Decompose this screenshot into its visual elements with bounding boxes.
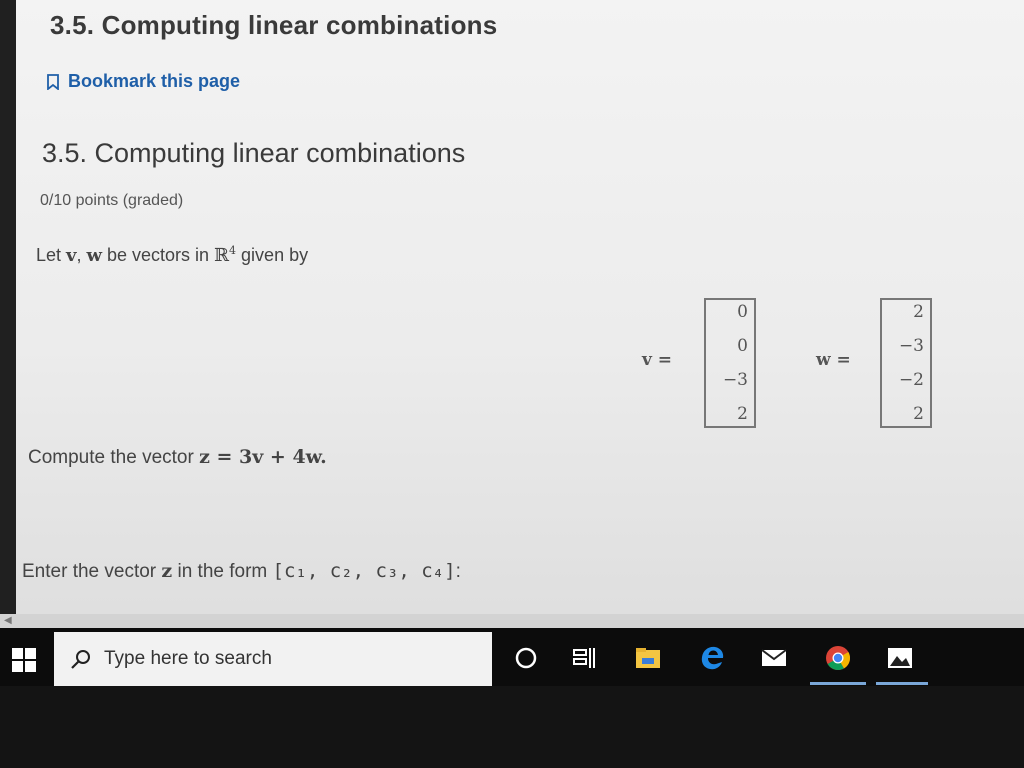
w-entry-3: −2 (898, 370, 924, 390)
enter-prefix: Enter the vector (22, 561, 162, 582)
vector-z-symbol: z (161, 560, 173, 582)
enter-suffix: : (455, 561, 461, 582)
answer-format: [c₁, c₂, c₃, c₄] (272, 560, 456, 582)
vector-w-label: w = (816, 350, 851, 370)
vector-w-matrix: 2 −3 −2 2 (880, 298, 932, 428)
scroll-left-icon[interactable]: ◀ (4, 615, 12, 626)
bookmark-label: Bookmark this page (68, 71, 241, 91)
w-entry-2: −3 (898, 336, 924, 356)
v-entry-1: 0 (737, 302, 748, 322)
taskbar-search-box[interactable] (54, 632, 492, 686)
cortana-icon[interactable] (510, 642, 542, 674)
intro-mid: be vectors in (102, 245, 215, 265)
search-icon (71, 650, 90, 669)
mail-icon[interactable] (758, 642, 790, 674)
w-entry-1: 2 (913, 302, 924, 322)
photos-icon[interactable] (884, 642, 916, 674)
edge-icon[interactable] (696, 642, 728, 674)
vector-w-symbol: w (86, 245, 103, 266)
intro-prefix: Let (36, 245, 67, 265)
intro-suffix: given by (236, 245, 309, 265)
browser-content: 3.5. Computing linear combinations Bookm… (0, 0, 1024, 628)
vector-v-matrix: 0 0 −3 2 (704, 298, 756, 428)
vector-v-symbol: v (66, 245, 77, 266)
v-entry-2: 0 (737, 336, 748, 356)
windows-taskbar (0, 628, 1024, 686)
screen-bezel (0, 0, 16, 628)
points-status: 0/10 points (graded) (40, 192, 184, 209)
page-title: 3.5. Computing linear combinations (50, 10, 498, 40)
compute-instruction: Compute the vector z = 3v + 4w. (28, 446, 327, 469)
windows-start-icon[interactable] (12, 648, 36, 672)
enter-mid: in the form (172, 561, 273, 582)
answer-instruction: Enter the vector z in the form [c₁, c₂, … (22, 560, 461, 583)
chrome-active-indicator (810, 682, 866, 685)
bookmark-icon (47, 73, 59, 90)
chrome-icon[interactable] (822, 642, 854, 674)
taskbar-search-input[interactable] (102, 647, 466, 671)
horizontal-scrollbar[interactable]: ◀ (0, 614, 1024, 628)
dimension-exponent: 4 (229, 244, 237, 257)
compute-prefix: Compute the vector (28, 447, 200, 468)
problem-heading: 3.5. Computing linear combinations (42, 138, 466, 168)
bookmark-button[interactable]: Bookmark this page (46, 71, 240, 92)
v-entry-3: −3 (722, 370, 748, 390)
vector-v-label: v = (642, 350, 673, 370)
file-explorer-icon[interactable] (632, 642, 664, 674)
monitor-bezel (0, 686, 1024, 768)
problem-statement: Let v, w be vectors in ℝ4 given by (36, 244, 308, 266)
real-space-symbol: ℝ (214, 245, 230, 266)
intro-comma: , (76, 245, 87, 265)
v-entry-4: 2 (737, 404, 748, 424)
w-entry-4: 2 (913, 404, 924, 424)
task-view-icon[interactable] (568, 642, 600, 674)
compute-expression: z = 3v + 4w. (199, 446, 327, 468)
photos-active-indicator (876, 682, 928, 685)
